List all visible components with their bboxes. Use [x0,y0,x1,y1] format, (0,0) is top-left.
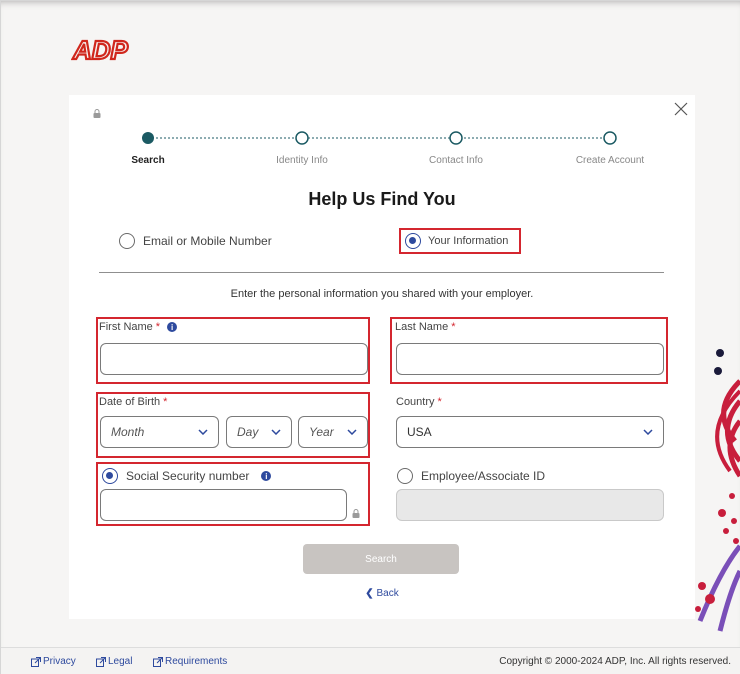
page-title: Help Us Find You [308,189,456,209]
step-dot-identity [295,131,309,145]
chevron-down-icon [643,429,653,435]
divider [99,272,664,273]
footer: Privacy Legal Requirements Copyright © 2… [1,647,740,674]
radio-button-selected[interactable] [405,233,421,249]
intro-text: Enter the personal information you share… [230,288,534,300]
close-icon[interactable] [673,101,689,117]
back-link[interactable]: ❮ Back [69,588,695,599]
chevron-down-icon [198,429,208,435]
lock-icon [93,105,101,123]
page-background: ADP Search Identity Info Contact Info Cr… [0,0,740,674]
external-link-icon [153,656,163,667]
radio-button[interactable] [397,468,413,484]
adp-logo: ADP [71,34,131,66]
chevron-left-icon: ❮ [365,588,374,599]
footer-link-privacy[interactable]: Privacy [31,656,76,667]
chevron-down-icon [271,429,281,435]
chevron-down-icon [347,429,357,435]
dob-day-select[interactable]: Day [226,416,292,448]
ssn-input[interactable] [100,489,347,521]
step-label-contact: Contact Info [429,155,483,166]
external-link-icon [31,656,41,667]
dob-month-select[interactable]: Month [100,416,219,448]
lock-icon [352,505,360,523]
radio-ssn[interactable]: Social Security number i [102,468,272,484]
radio-label: Email or Mobile Number [143,234,272,248]
copyright-text: Copyright © 2000-2024 ADP, Inc. All righ… [499,656,731,667]
first-name-label: First Name * i [99,321,178,333]
employee-id-input[interactable] [396,489,664,521]
info-icon[interactable]: i [261,471,272,481]
radio-button-selected[interactable] [102,468,118,484]
step-label-search: Search [131,155,165,166]
step-dot-search [142,132,154,144]
step-label-create: Create Account [575,155,645,166]
radio-email-mobile[interactable]: Email or Mobile Number [119,233,272,249]
footer-link-requirements[interactable]: Requirements [153,656,227,667]
info-icon[interactable]: i [167,322,178,332]
step-label-identity: Identity Info [276,155,328,166]
search-button[interactable]: Search [303,544,459,574]
dob-label: Date of Birth * [99,396,168,408]
radio-your-information[interactable]: Your Information [405,233,508,249]
decorative-art [690,331,740,641]
radio-label: Your Information [428,235,509,247]
find-user-modal: Search Identity Info Contact Info Create… [69,95,695,619]
radio-employee-id[interactable]: Employee/Associate ID [397,468,545,484]
dob-year-select[interactable]: Year [298,416,368,448]
footer-link-legal[interactable]: Legal [96,656,132,667]
external-link-icon [96,656,106,667]
step-dot-contact [449,131,463,145]
first-name-input[interactable] [100,343,368,375]
country-select[interactable]: USA [396,416,664,448]
step-dot-create [603,131,617,145]
last-name-input[interactable] [396,343,664,375]
last-name-label: Last Name * [395,321,456,333]
radio-button[interactable] [119,233,135,249]
adp-logo-text: ADP [72,35,129,65]
country-label: Country * [396,396,442,408]
